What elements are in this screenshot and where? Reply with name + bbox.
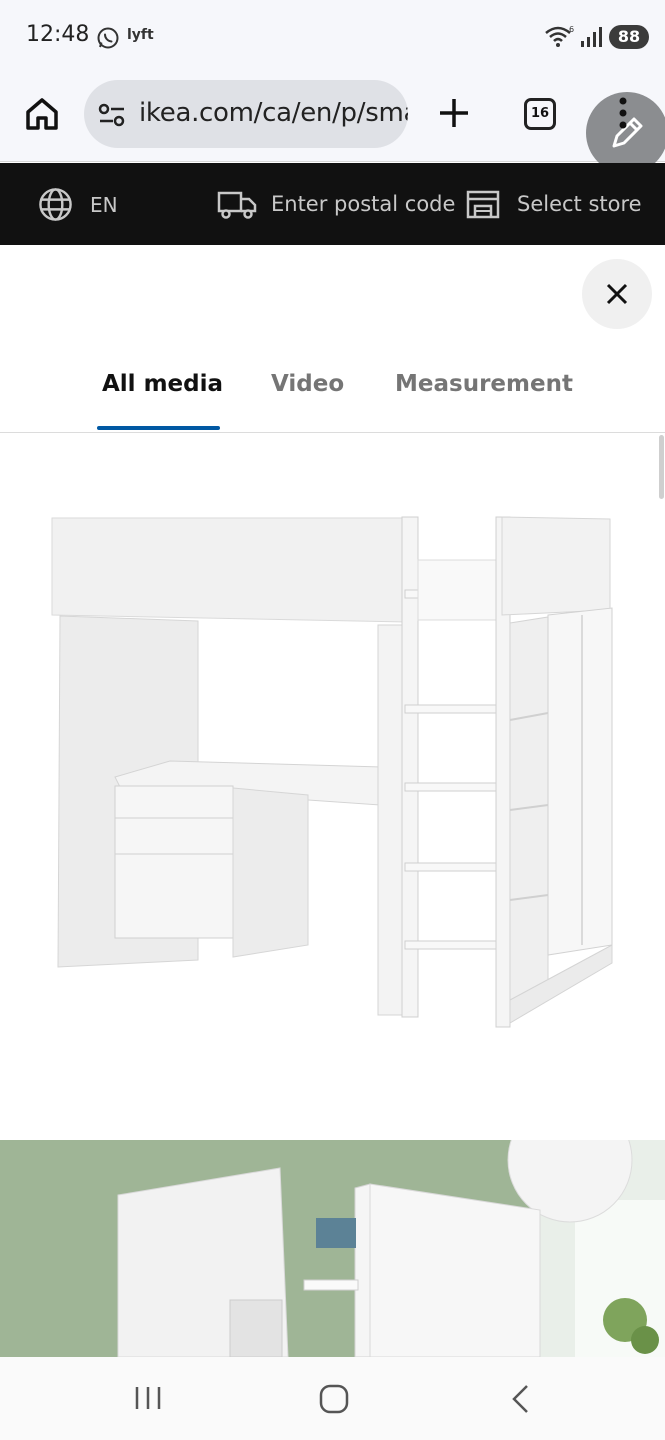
language-selector[interactable]: EN [90,193,118,217]
battery-indicator: 88 [609,25,649,49]
close-button[interactable] [582,259,652,329]
close-icon [606,283,628,305]
whatsapp-icon [97,27,119,49]
truck-icon[interactable] [217,188,257,220]
active-tab-indicator [97,426,220,430]
product-image[interactable] [40,505,630,1045]
wifi-icon: 6 [545,25,574,47]
postal-code-link[interactable]: Enter postal code [271,192,455,216]
recent-apps-icon[interactable] [134,1385,164,1411]
signal-icon [581,27,602,47]
status-time: 12:48 [26,22,90,47]
kebab-menu-icon[interactable] [617,96,629,132]
media-viewer-sheet: All media Video Measurement [0,245,665,1357]
tab-video[interactable]: Video [271,371,344,397]
tab-measurement[interactable]: Measurement [395,371,573,397]
nav-back-icon[interactable] [508,1383,532,1415]
select-store-link[interactable]: Select store [517,192,642,216]
tabs-icon[interactable]: 16 [524,98,556,130]
lyft-notification-icon: lyft [127,27,154,43]
room-photo[interactable] [0,1140,665,1357]
nav-home-icon[interactable] [318,1383,350,1415]
status-bar: 12:48 lyft 6 88 [0,0,665,72]
url-text: ikea.com/ca/en/p/sma [139,98,408,128]
tabs-divider [0,432,665,433]
address-bar[interactable]: ikea.com/ca/en/p/sma [84,80,408,148]
ikea-location-bar: EN Enter postal code Select store [0,163,665,245]
globe-icon[interactable] [38,187,73,222]
plus-icon[interactable] [436,94,472,132]
browser-toolbar: ikea.com/ca/en/p/sma 16 [0,72,665,162]
system-navigation-bar [0,1357,665,1440]
tab-all-media[interactable]: All media [102,371,223,397]
store-icon[interactable] [465,188,501,220]
site-settings-icon[interactable] [98,102,126,128]
svg-text:6: 6 [569,25,574,34]
home-icon[interactable] [22,94,62,134]
scrollbar[interactable] [659,435,664,499]
